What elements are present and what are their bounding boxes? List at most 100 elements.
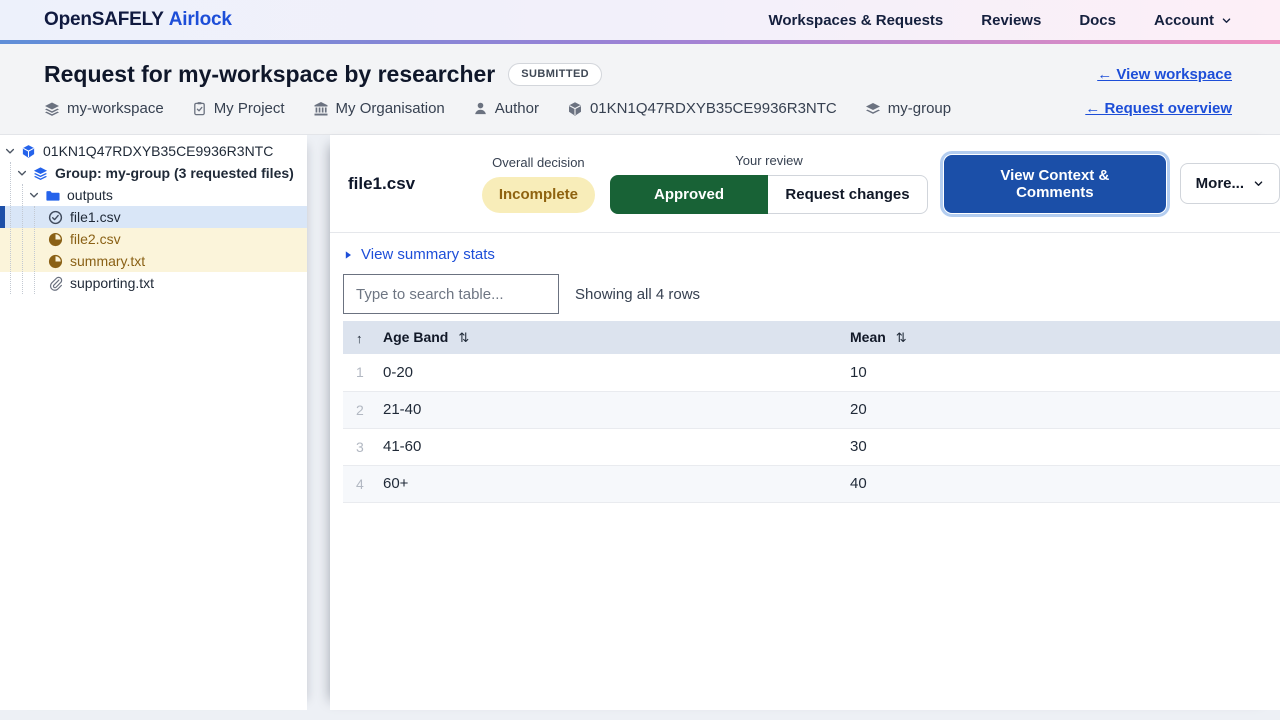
age-band-cell: 60+ [383,465,850,502]
tree-node-label: 01KN1Q47RDXYB35CE9936R3NTC [43,143,273,159]
brand-opensafely: OpenSAFELY [44,9,164,30]
more-button[interactable]: More... [1180,163,1280,204]
brand-airlock: Airlock [169,9,232,30]
breadcrumb-label: My Organisation [336,100,445,117]
tree-node-outputs-folder[interactable]: outputs [0,184,307,206]
pending-review-icon [48,254,63,269]
request-header: Request for my-workspace by researcher S… [0,44,1280,135]
page-title: Request for my-workspace by researcher [44,63,495,86]
breadcrumb-author: Author [473,100,539,117]
breadcrumb-label: My Project [214,100,285,117]
chevron-down-icon[interactable] [28,189,42,201]
table-row: 3 41-60 30 [343,428,1280,465]
table-row: 4 60+ 40 [343,465,1280,502]
tree-node-request-id[interactable]: 01KN1Q47RDXYB35CE9936R3NTC [0,140,307,162]
nav-reviews[interactable]: Reviews [981,12,1041,29]
check-circle-icon [48,210,63,225]
age-band-cell: 41-60 [383,428,850,465]
review-button-group: Approved Request changes [610,175,928,214]
file-tree-sidebar: 01KN1Q47RDXYB35CE9936R3NTC Group: my-gro… [0,135,307,710]
row-number: 2 [343,391,383,428]
sort-toggle-icon: ⇅ [896,330,907,345]
brand-logo[interactable]: OpenSAFELYAirlock [44,9,232,31]
nav-account-menu[interactable]: Account [1154,12,1232,29]
breadcrumb-workspace: my-workspace [44,100,164,117]
overall-decision-label: Overall decision [492,155,585,170]
breadcrumb-project: My Project [192,100,285,117]
sort-toggle-icon: ⇅ [458,330,469,345]
triangle-right-icon [343,250,353,260]
chevron-down-icon[interactable] [16,167,30,179]
sort-asc-icon: ↑ [356,331,363,346]
tree-node-label: Group: my-group (3 requested files) [55,165,294,181]
age-band-column-header[interactable]: Age Band ⇅ [383,321,850,354]
cube-icon [567,101,583,117]
status-badge: SUBMITTED [508,63,602,86]
cube-icon [21,144,36,159]
row-index-sort-header[interactable]: ↑ [343,321,383,354]
mean-cell: 30 [850,428,1280,465]
chevron-down-icon [1221,15,1232,26]
tree-file-label: summary.txt [70,253,145,269]
tree-file-label: supporting.txt [70,275,154,291]
more-button-label: More... [1196,175,1244,192]
chevron-down-icon [1253,178,1264,189]
tree-file-file1[interactable]: file1.csv [0,206,307,228]
chevron-down-icon[interactable] [4,145,18,157]
organisation-icon [313,101,329,117]
column-header-label: Age Band [383,329,448,345]
row-number: 1 [343,354,383,391]
tree-file-label: file2.csv [70,231,121,247]
tree-indent-guide [34,206,35,294]
clipboard-icon [192,101,207,116]
your-review-label: Your review [735,153,802,168]
nav-account-label: Account [1154,12,1214,29]
tree-file-summary[interactable]: summary.txt [0,250,307,272]
rows-status: Showing all 4 rows [575,286,700,303]
nav-workspaces-requests[interactable]: Workspaces & Requests [768,12,943,29]
folder-icon [45,188,60,203]
layers-icon [33,166,48,181]
row-number: 3 [343,428,383,465]
table-header-row: ↑ Age Band ⇅ Mean⇅ [343,321,1280,354]
tree-file-file2[interactable]: file2.csv [0,228,307,250]
request-changes-button[interactable]: Request changes [768,175,928,214]
tree-file-supporting[interactable]: supporting.txt [0,272,307,294]
mean-cell: 40 [850,465,1280,502]
breadcrumb-label: Author [495,100,539,117]
file-toolbar: file1.csv Overall decision Incomplete Yo… [330,135,1280,233]
view-workspace-link[interactable]: ← View workspace [1097,66,1232,83]
view-summary-stats-label: View summary stats [361,246,495,263]
tree-node-label: outputs [67,187,113,203]
file-title: file1.csv [348,174,482,194]
tree-indent-guide [10,162,11,294]
request-title-row: Request for my-workspace by researcher S… [44,59,1232,89]
file-content-panel: file1.csv Overall decision Incomplete Yo… [330,135,1280,710]
breadcrumb-organisation: My Organisation [313,100,445,117]
overall-decision-badge: Incomplete [482,177,595,213]
approved-button[interactable]: Approved [610,175,768,214]
breadcrumb-label: 01KN1Q47RDXYB35CE9936R3NTC [590,100,837,117]
tree-indent-guide [22,184,23,294]
nav-docs[interactable]: Docs [1079,12,1116,29]
request-overview-link[interactable]: ← Request overview [1085,100,1232,117]
paperclip-icon [48,276,63,291]
layers-icon [865,101,881,117]
pending-review-icon [48,232,63,247]
mean-column-header[interactable]: Mean⇅ [850,321,1280,354]
breadcrumb-request-id: 01KN1Q47RDXYB35CE9936R3NTC [567,100,837,117]
breadcrumb-group: my-group [865,100,951,117]
table-row: 1 0-20 10 [343,354,1280,391]
top-nav: OpenSAFELYAirlock Workspaces & Requests … [0,0,1280,40]
age-band-cell: 0-20 [383,354,850,391]
nav-links: Workspaces & Requests Reviews Docs Accou… [768,12,1232,29]
tree-node-group[interactable]: Group: my-group (3 requested files) [0,162,307,184]
search-input[interactable] [343,274,559,314]
tree-file-label: file1.csv [70,209,121,225]
overall-decision-group: Overall decision Incomplete [482,155,595,213]
view-summary-stats-toggle[interactable]: View summary stats [343,246,495,263]
view-context-comments-button[interactable]: View Context & Comments [944,155,1166,213]
mean-cell: 20 [850,391,1280,428]
mean-cell: 10 [850,354,1280,391]
row-number: 4 [343,465,383,502]
